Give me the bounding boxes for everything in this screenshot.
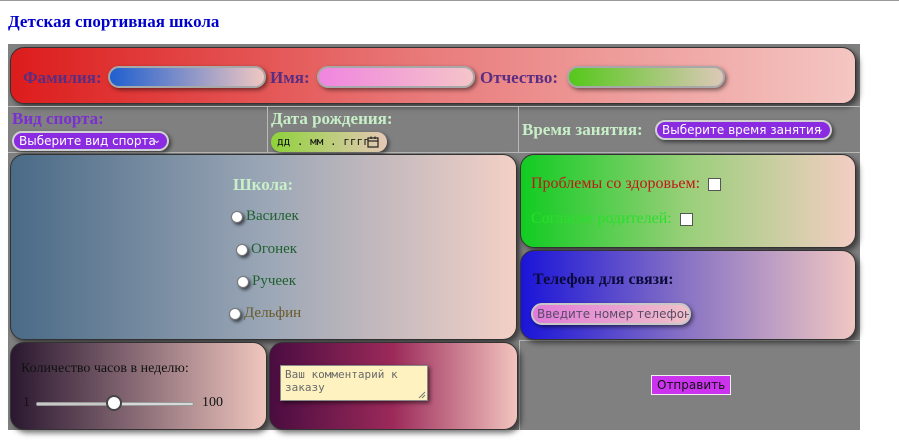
comment-panel: Ваш комментарий к заказу — [269, 342, 518, 430]
training-time-label: Время занятия: — [522, 120, 643, 139]
phone-input[interactable]: Введите номер телефона — [531, 303, 691, 325]
hours-min-label: 1 — [23, 395, 30, 410]
form-grid: Фамилия: Имя: Отчество: Вид спорта: Выбе… — [8, 44, 860, 430]
window-top-border — [0, 0, 899, 1]
training-time-select-value: Выберите время занятия — [662, 123, 822, 137]
column-divider — [519, 340, 520, 430]
school-option-label: Ручеек — [252, 273, 296, 289]
radio-button[interactable] — [236, 243, 248, 256]
radio-button[interactable] — [231, 210, 243, 223]
health-problems-label: Проблемы со здоровьем: — [531, 175, 701, 192]
phone-placeholder: Введите номер телефона — [537, 307, 691, 321]
parents-consent-row[interactable]: Согласие родителей: — [531, 210, 693, 228]
hours-panel: Количество часов в неделю: 1 100 — [10, 342, 267, 430]
hours-slider-thumb[interactable] — [106, 395, 123, 411]
school-option-vasilek[interactable]: Василек — [231, 208, 299, 225]
sport-label: Вид спорта: — [12, 109, 104, 128]
birth-date-placeholder: дд . мм . гггг — [277, 135, 370, 148]
row-divider — [8, 106, 860, 107]
submit-button[interactable]: Отправить — [651, 375, 732, 395]
school-option-label: Дельфин — [244, 305, 302, 321]
hours-label: Количество часов в неделю: — [21, 361, 189, 376]
school-option-label: Василек — [246, 208, 299, 224]
hours-max-label: 100 — [202, 395, 223, 410]
name-panel: Фамилия: Имя: Отчество: — [10, 47, 856, 104]
resize-handle-icon[interactable] — [418, 391, 426, 399]
sport-select-value: Выберите вид спорта — [19, 134, 156, 148]
calendar-icon[interactable] — [367, 136, 379, 148]
phone-label: Телефон для связи: — [533, 271, 674, 288]
health-problems-row[interactable]: Проблемы со здоровьем: — [531, 175, 722, 193]
parents-consent-label: Согласие родителей: — [531, 210, 672, 227]
chevron-down-icon: ⌄ — [815, 124, 824, 135]
row-divider — [8, 152, 860, 153]
last-name-input[interactable] — [108, 66, 266, 88]
health-problems-checkbox[interactable] — [708, 177, 722, 191]
school-title: Школа: — [233, 175, 294, 194]
row-divider — [519, 340, 860, 341]
radio-button[interactable] — [229, 307, 241, 320]
hours-slider-fill — [37, 403, 115, 405]
first-name-input[interactable] — [317, 66, 475, 88]
last-name-label: Фамилия: — [23, 68, 102, 87]
comment-placeholder: Ваш комментарий к заказу — [285, 368, 398, 394]
phone-panel: Телефон для связи: Введите номер телефон… — [520, 250, 856, 340]
school-option-delfin[interactable]: Дельфин — [229, 305, 301, 322]
school-option-ogonek[interactable]: Огонек — [236, 241, 297, 258]
sport-select[interactable]: Выберите вид спорта ⌄ — [12, 131, 169, 151]
health-panel: Проблемы со здоровьем: Согласие родителе… — [520, 154, 856, 248]
patronymic-label: Отчество: — [480, 68, 559, 87]
school-option-rucheek[interactable]: Ручеек — [237, 273, 296, 290]
column-divider — [267, 106, 268, 152]
school-option-label: Огонек — [251, 241, 298, 257]
training-time-select[interactable]: Выберите время занятия ⌄ — [655, 120, 832, 140]
column-divider — [518, 106, 519, 152]
hours-slider-track[interactable] — [36, 395, 194, 411]
school-panel: Школа: Василек Огонек Ручеек Дельфин — [10, 154, 517, 340]
page-title: Детская спортивная школа — [8, 12, 220, 31]
comment-textarea[interactable]: Ваш комментарий к заказу — [280, 365, 428, 401]
parents-consent-checkbox[interactable] — [679, 212, 693, 226]
chevron-down-icon: ⌄ — [152, 135, 161, 146]
birth-date-input[interactable]: дд . мм . гггг — [271, 132, 387, 152]
radio-button[interactable] — [237, 275, 249, 288]
patronymic-input[interactable] — [567, 66, 725, 88]
first-name-label: Имя: — [270, 68, 310, 87]
birth-date-label: Дата рождения: — [271, 109, 393, 128]
